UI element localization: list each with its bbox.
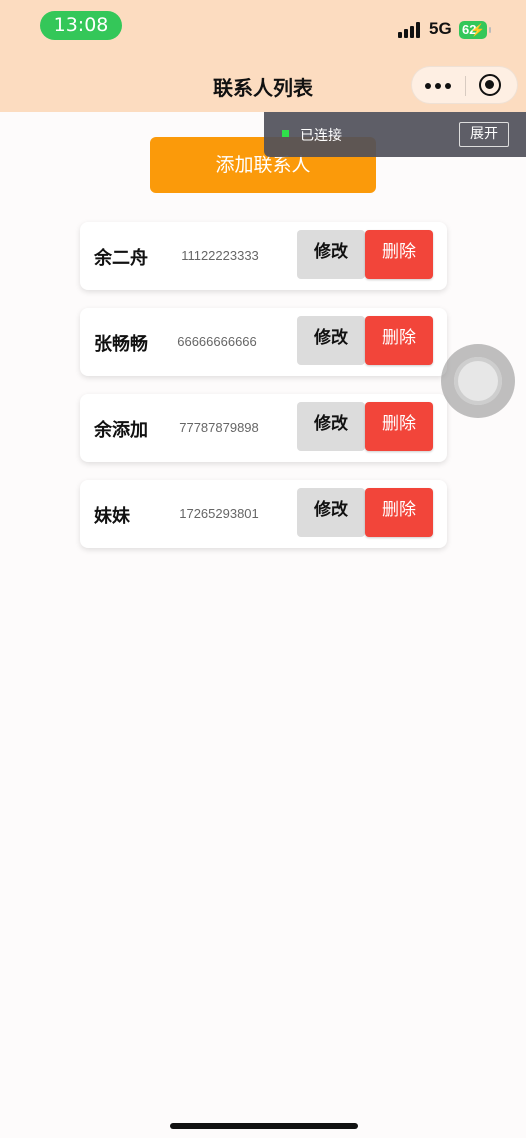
network-label: 5G [429, 19, 452, 38]
delete-contact-button[interactable]: 删除 [365, 316, 433, 365]
contact-card: 余添加 77787879898 修改 删除 [80, 394, 447, 462]
delete-contact-button[interactable]: 删除 [365, 402, 433, 451]
header: 13:08 5G 62 ⚡ 联系人列表 [0, 0, 526, 112]
delete-contact-button[interactable]: 删除 [365, 488, 433, 537]
signal-icon [398, 22, 424, 38]
debug-connection-bar: 已连接 展开 [264, 112, 526, 157]
connected-indicator-icon [282, 130, 289, 137]
contact-name: 余添加 [94, 420, 148, 441]
edit-contact-button[interactable]: 修改 [297, 230, 365, 279]
contact-phone: 66666666666 [177, 334, 257, 349]
contact-phone: 77787879898 [179, 420, 259, 435]
edit-contact-button[interactable]: 修改 [297, 402, 365, 451]
contact-name: 妹妹 [94, 506, 130, 527]
battery-icon: 62 ⚡ [459, 21, 491, 39]
status-bar: 13:08 5G 62 ⚡ [0, 0, 526, 54]
delete-contact-button[interactable]: 删除 [365, 230, 433, 279]
contact-phone: 17265293801 [179, 506, 259, 521]
contact-name: 张畅畅 [94, 334, 148, 355]
edit-contact-button[interactable]: 修改 [297, 488, 365, 537]
contact-phone: 11122223333 [181, 248, 259, 263]
floating-assistant-ball[interactable] [441, 344, 515, 418]
home-indicator[interactable] [170, 1123, 358, 1129]
edit-contact-button[interactable]: 修改 [297, 316, 365, 365]
more-icon[interactable] [424, 77, 454, 95]
floating-ball-inner [454, 357, 502, 405]
contact-card: 余二舟 11122223333 修改 删除 [80, 222, 447, 290]
close-mini-program-icon[interactable] [479, 74, 501, 96]
status-time: 13:08 [40, 11, 122, 40]
contact-name: 余二舟 [94, 248, 148, 269]
debug-expand-button[interactable]: 展开 [459, 122, 509, 147]
charging-icon: ⚡ [470, 23, 485, 37]
capsule-divider [465, 76, 466, 96]
contact-card: 张畅畅 66666666666 修改 删除 [80, 308, 447, 376]
mini-program-capsule [411, 66, 518, 104]
debug-status: 已连接 [300, 128, 342, 144]
contact-card: 妹妹 17265293801 修改 删除 [80, 480, 447, 548]
